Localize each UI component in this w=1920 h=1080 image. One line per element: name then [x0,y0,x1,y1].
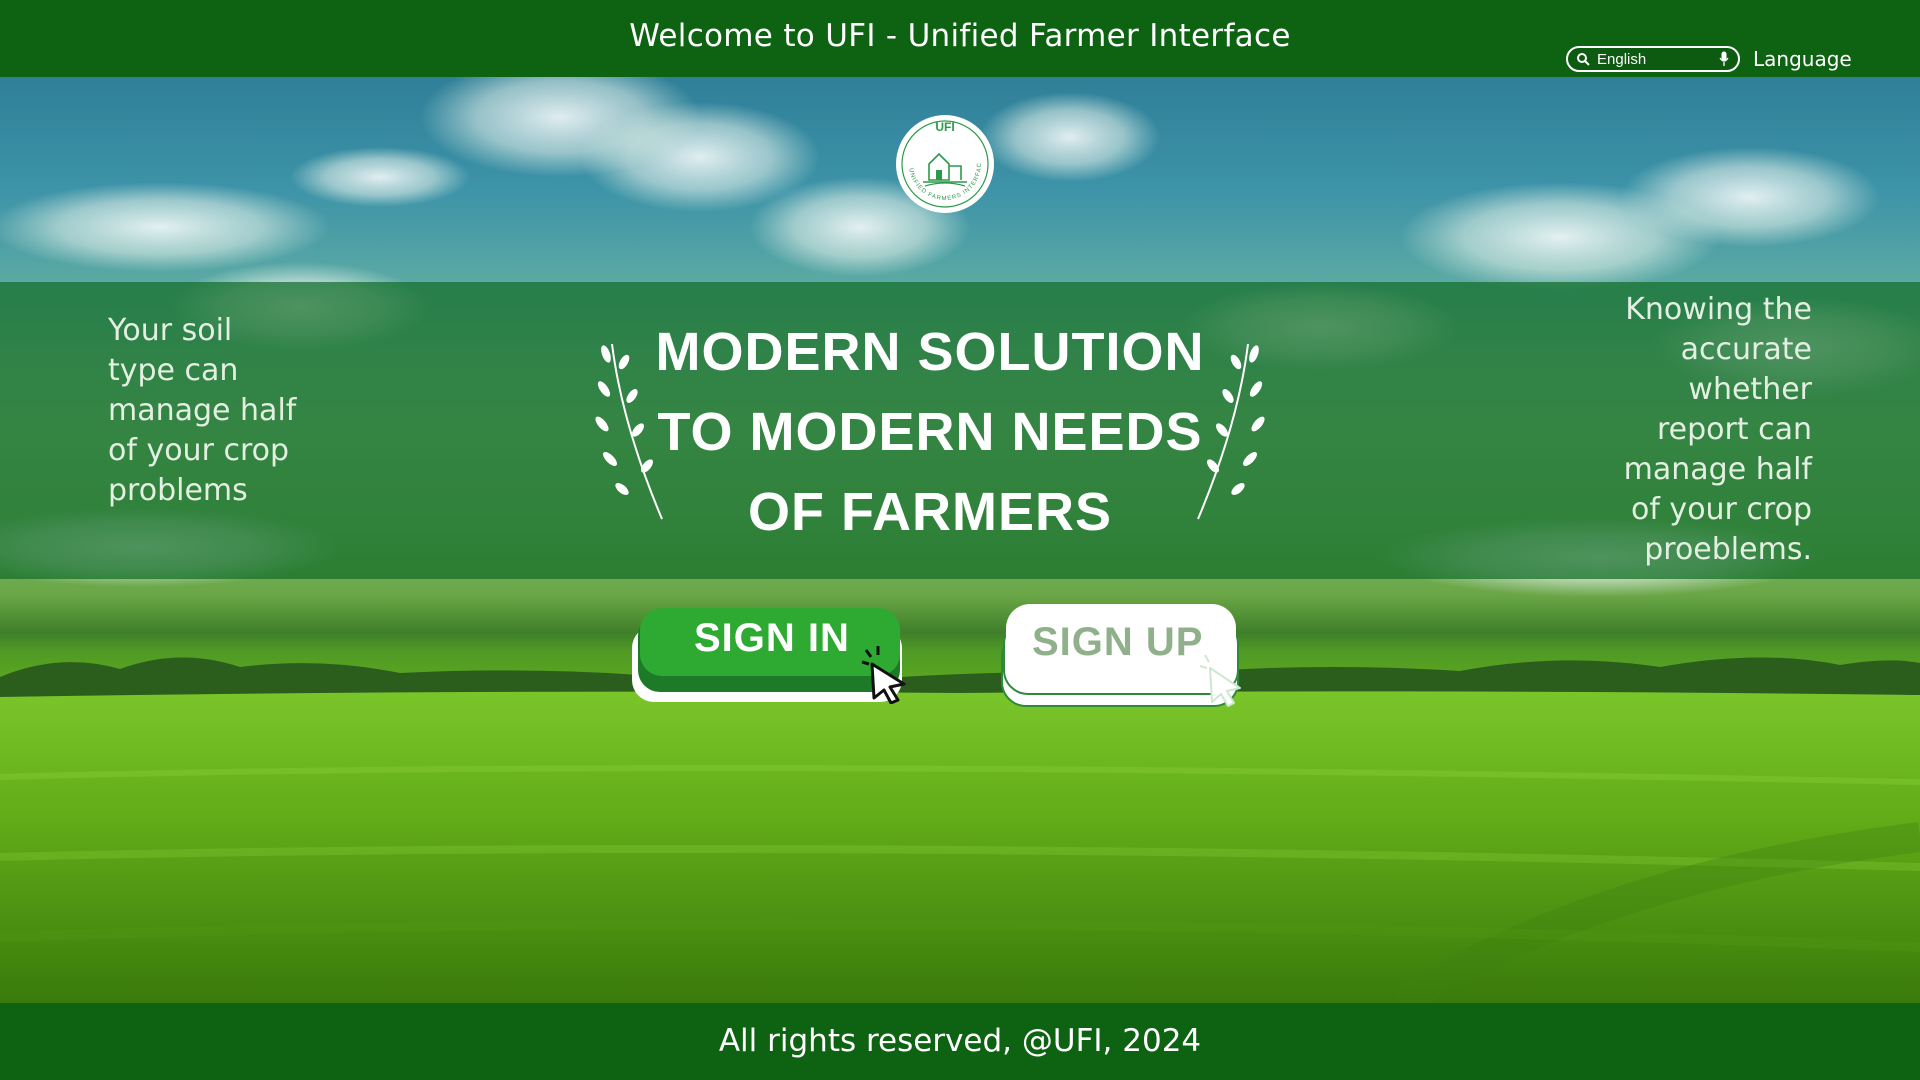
sign-in-button[interactable]: SIGN IN [630,606,930,708]
cursor-pointer-icon [1199,654,1241,707]
ufi-logo[interactable]: UFI UNIFIED FARMERS INTERFACE [895,114,995,214]
sign-up-button[interactable]: SIGN UP [1000,602,1256,710]
weather-tip-text: Knowing the accurate whether report can … [1623,292,1812,567]
language-value: English [1597,51,1647,68]
cursor-pointer-icon [861,646,906,704]
microphone-icon[interactable] [1719,51,1729,67]
hero-headline: MODERN SOLUTION TO MODERN NEEDS OF FARME… [655,322,1205,542]
language-search-input[interactable]: English [1566,46,1740,72]
search-icon [1577,53,1590,66]
sign-in-label: SIGN IN [694,616,850,660]
logo-text: UFI [935,120,954,134]
language-label[interactable]: Language [1753,47,1852,71]
copyright-text: All rights reserved, @UFI, 2024 [718,1023,1202,1059]
footer: All rights reserved, @UFI, 2024 [0,1003,1920,1080]
sign-up-label: SIGN UP [1032,620,1204,664]
soil-tip-text: Your soil type can manage half of your c… [108,313,297,508]
top-bar: Welcome to UFI - Unified Farmer Interfac… [0,0,1920,77]
